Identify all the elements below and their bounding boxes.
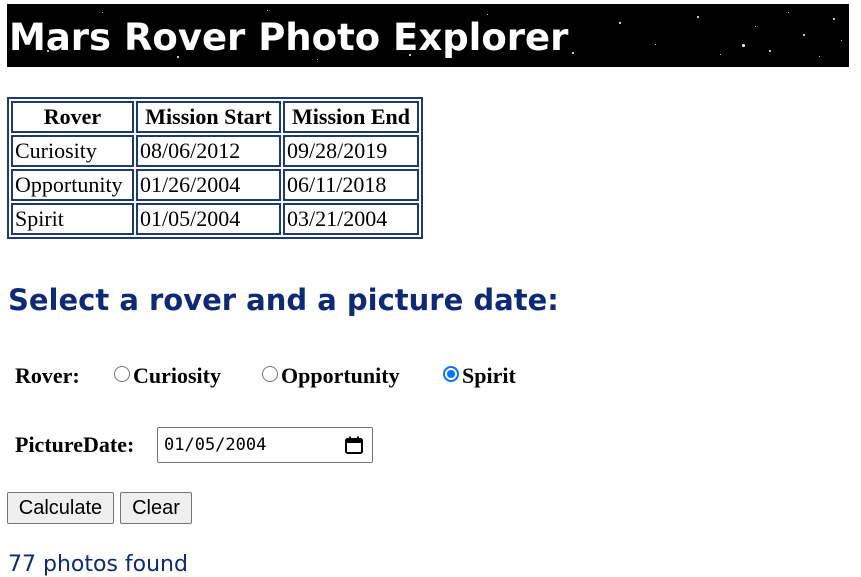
rover-option-spirit[interactable]: Spirit <box>443 363 516 389</box>
table-row: Spirit 01/05/2004 03/21/2004 <box>11 203 419 235</box>
mission-table: Rover Mission Start Mission End Curiosit… <box>7 97 423 239</box>
table-row: Opportunity 01/26/2004 06/11/2018 <box>11 169 419 201</box>
clear-button[interactable]: Clear <box>120 492 192 524</box>
mission-end-cell: 06/11/2018 <box>283 169 419 201</box>
rover-name-cell: Spirit <box>11 203 134 235</box>
rover-option-label: Curiosity <box>133 363 221 388</box>
mission-end-cell: 09/28/2019 <box>283 135 419 167</box>
rover-option-label: Spirit <box>462 363 516 388</box>
rover-name-cell: Curiosity <box>11 135 134 167</box>
mission-start-cell: 01/05/2004 <box>136 203 281 235</box>
radio-opportunity[interactable] <box>262 366 278 382</box>
calendar-icon[interactable] <box>344 435 364 455</box>
table-row: Curiosity 08/06/2012 09/28/2019 <box>11 135 419 167</box>
result-text: 77 photos found <box>8 552 188 577</box>
rover-name-cell: Opportunity <box>11 169 134 201</box>
calculate-button[interactable]: Calculate <box>7 492 114 524</box>
rover-option-label: Opportunity <box>281 363 400 388</box>
mission-start-cell: 08/06/2012 <box>136 135 281 167</box>
column-header-rover: Rover <box>11 101 134 133</box>
page-title: Mars Rover Photo Explorer <box>9 16 569 59</box>
picture-date-input[interactable]: 01/05/2004 <box>157 427 373 463</box>
rover-option-opportunity[interactable]: Opportunity <box>262 363 400 389</box>
column-header-mission-end: Mission End <box>283 101 419 133</box>
mission-end-cell: 03/21/2004 <box>283 203 419 235</box>
date-value: 01/05/2004 <box>164 435 267 455</box>
column-header-mission-start: Mission Start <box>136 101 281 133</box>
table-header-row: Rover Mission Start Mission End <box>11 101 419 133</box>
rover-label: Rover: <box>15 363 80 388</box>
form-heading: Select a rover and a picture date: <box>8 283 559 317</box>
rover-option-curiosity[interactable]: Curiosity <box>114 363 221 389</box>
mission-start-cell: 01/26/2004 <box>136 169 281 201</box>
picture-date-label: PictureDate: <box>15 432 135 457</box>
radio-curiosity[interactable] <box>114 366 130 382</box>
radio-spirit[interactable] <box>443 366 459 382</box>
header-banner: Mars Rover Photo Explorer <box>7 4 849 67</box>
